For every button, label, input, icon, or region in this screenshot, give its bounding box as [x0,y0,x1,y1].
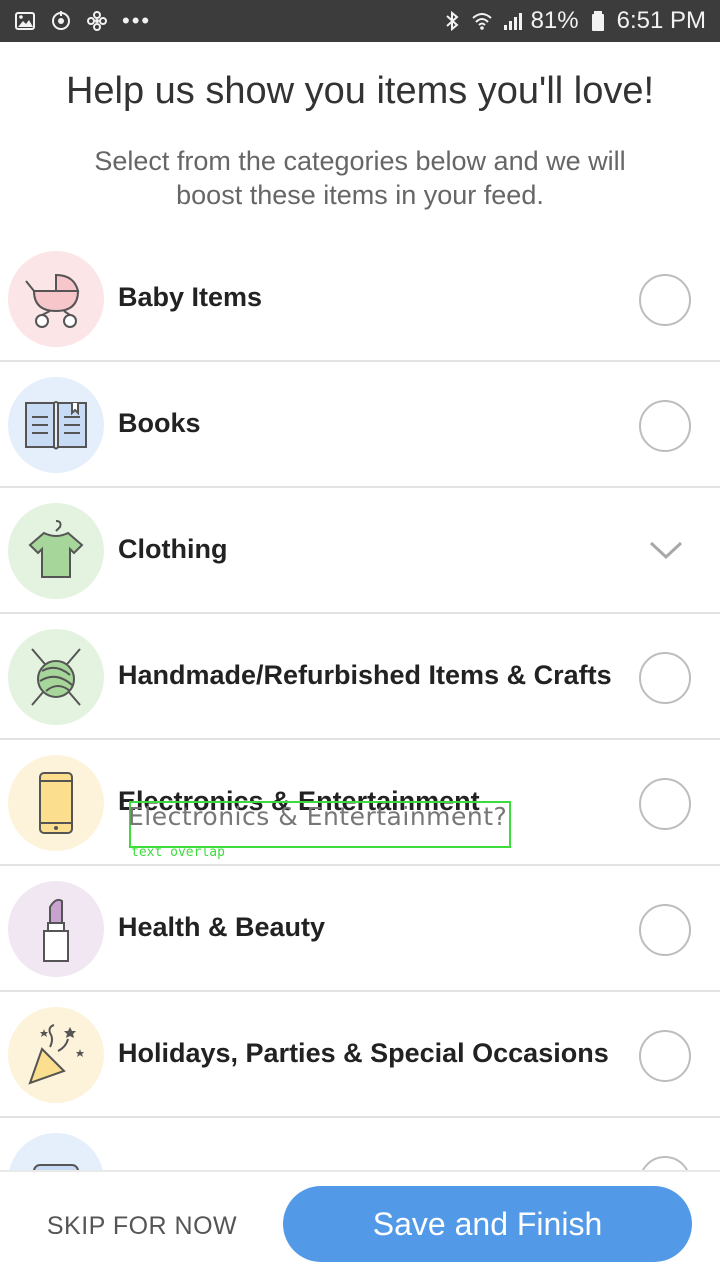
holidays-radio[interactable] [639,1030,691,1082]
wifi-icon [471,10,493,32]
bottom-action-bar: SKIP FOR NOW Save and Finish [0,1170,720,1280]
category-label: Holidays, Parties & Special Occasions [118,1038,609,1068]
category-label: Health & Beauty [118,912,326,942]
shirt-icon [8,503,104,599]
skip-button[interactable]: SKIP FOR NOW [30,1212,254,1241]
status-bar: ••• 81% 6:51 PM [0,0,720,42]
status-bar-left: ••• [14,10,151,32]
books-radio[interactable] [639,400,691,452]
page-subtitle: Select from the categories below and we … [94,146,626,210]
category-row-handmade[interactable]: Handmade/Refurbished Items & Crafts [0,614,720,740]
overlay-tag: text overlap [131,845,225,860]
health-beauty-radio[interactable] [639,904,691,956]
baby-items-radio[interactable] [639,274,691,326]
more-notifications-icon: ••• [122,8,152,33]
yarn-icon [8,629,104,725]
phone-icon [8,755,104,851]
category-row-baby-items[interactable]: Baby Items [0,236,720,362]
chevron-down-icon[interactable] [646,530,686,570]
status-bar-right: 81% 6:51 PM [441,7,706,35]
category-label: Baby Items [118,282,263,312]
stroller-icon [8,251,104,347]
party-icon [8,1007,104,1103]
partial-row-radio[interactable] [639,1156,691,1170]
home-icon [8,1133,104,1170]
save-and-finish-button[interactable]: Save and Finish [283,1186,692,1262]
category-list: Baby Items Books Clothing Handmade/Refur… [0,236,720,1170]
category-row-partial[interactable] [0,1118,720,1170]
book-icon [8,377,104,473]
lipstick-icon [8,881,104,977]
category-label: Handmade/Refurbished Items & Crafts [118,660,612,690]
page-title: Help us show you items you'll love! [65,70,655,112]
overlay-text: Electronics & Entertainment? [128,802,508,831]
signal-icon [501,10,523,32]
category-row-books[interactable]: Books [0,362,720,488]
fan-icon [86,10,108,32]
category-label: Clothing [118,534,228,564]
category-row-holidays[interactable]: Holidays, Parties & Special Occasions [0,992,720,1118]
bluetooth-icon [441,10,463,32]
category-row-clothing[interactable]: Clothing [0,488,720,614]
handmade-radio[interactable] [639,652,691,704]
category-label: Books [118,408,201,438]
electronics-radio[interactable] [639,778,691,830]
clock: 6:51 PM [616,7,706,34]
sync-icon [50,10,72,32]
battery-percent: 81% [530,7,579,34]
battery-icon [587,10,609,32]
category-row-health-beauty[interactable]: Health & Beauty [0,866,720,992]
gallery-icon [14,10,36,32]
